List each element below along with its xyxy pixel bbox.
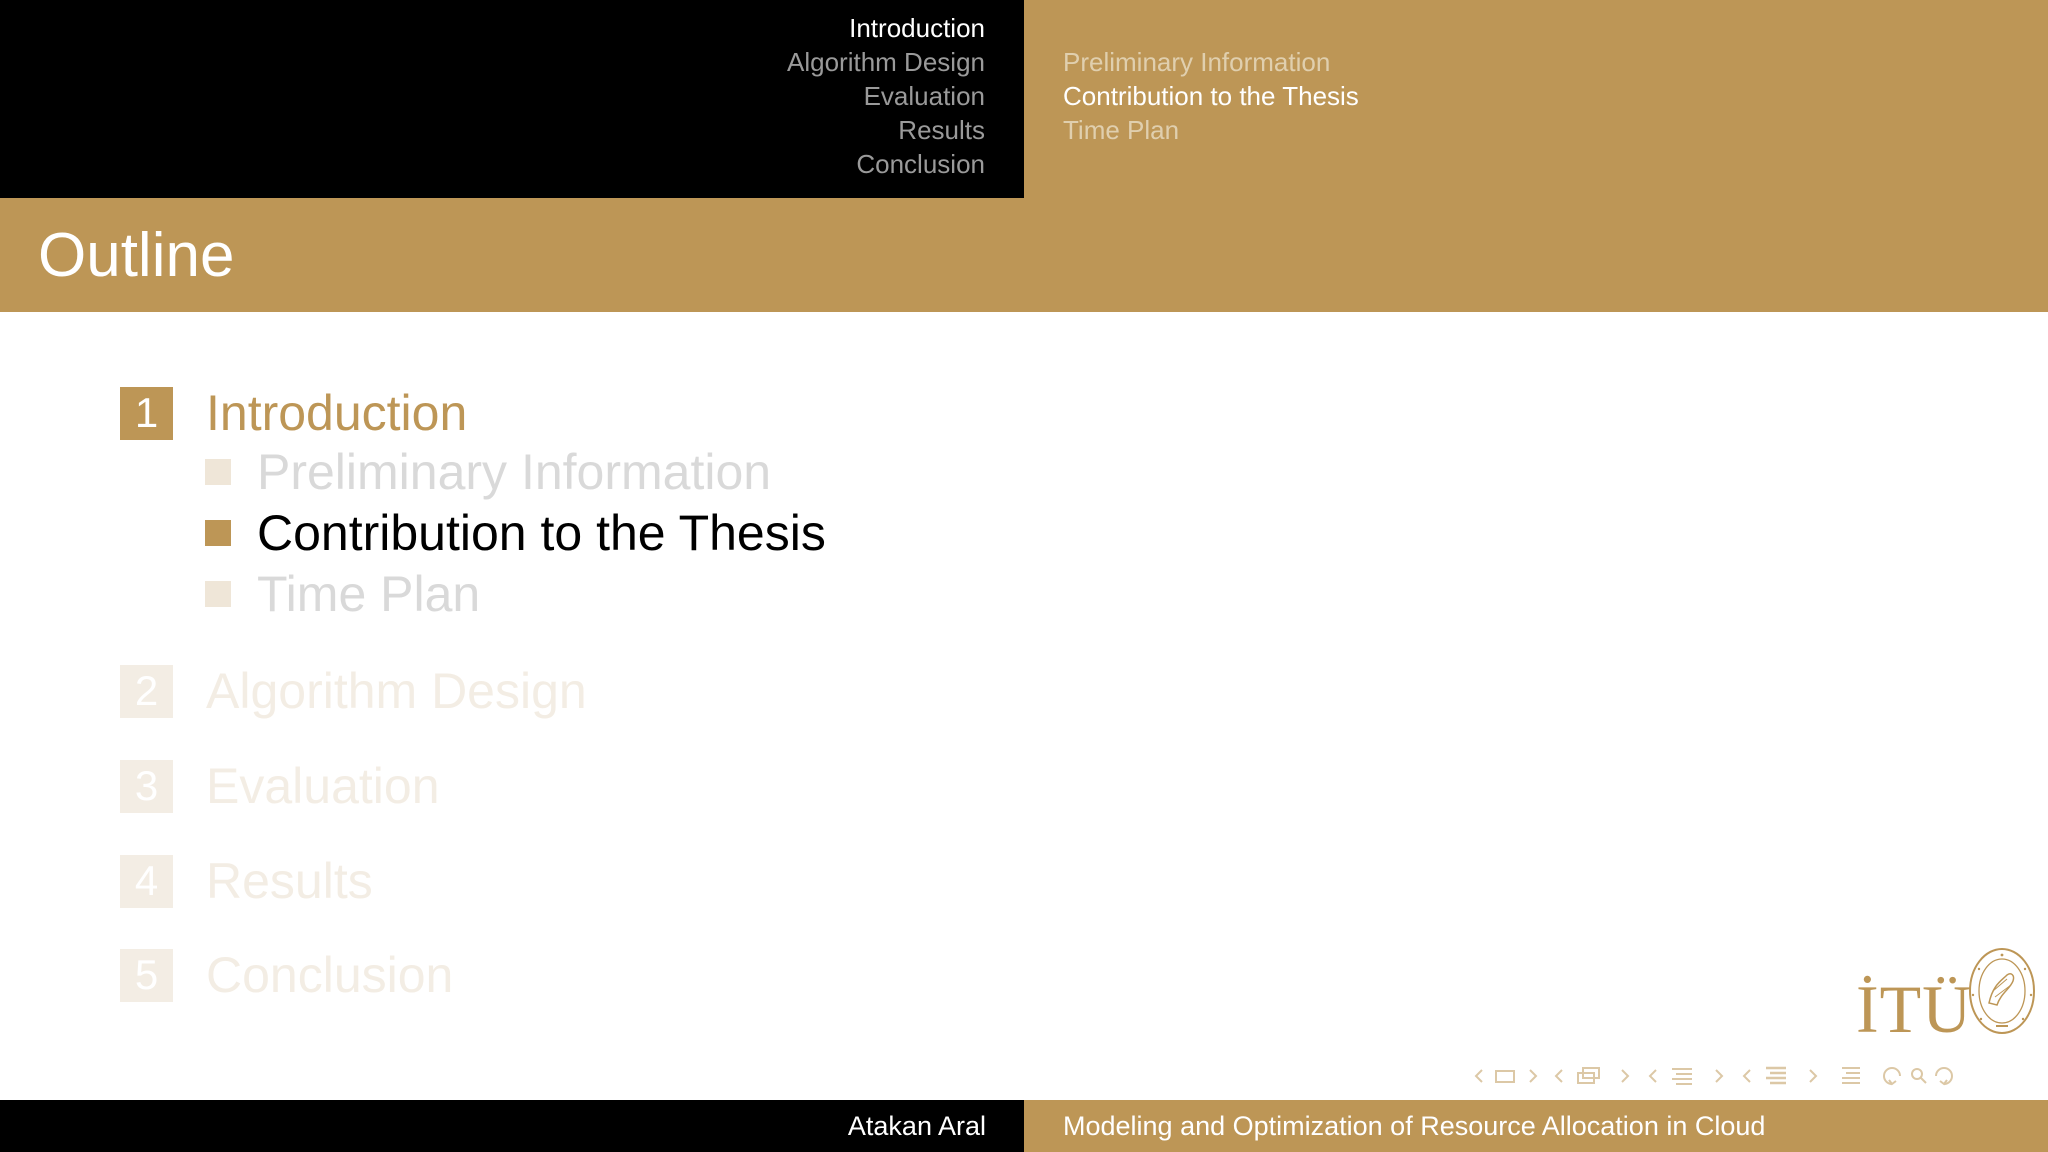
outline-section-evaluation[interactable]: 3 Evaluation [120, 757, 440, 815]
section-nav[interactable] [1742, 1065, 1822, 1087]
section-number-badge: 1 [120, 386, 173, 440]
outline-subsection-contribution[interactable]: Contribution to the Thesis [205, 504, 826, 562]
frame-nav-icon [1554, 1067, 1630, 1084]
document-nav[interactable] [1836, 1065, 1866, 1087]
section-nav-icon [1742, 1066, 1818, 1085]
header-section-list: Introduction Algorithm Design Evaluation… [0, 0, 1024, 198]
section-title: Introduction [206, 385, 468, 441]
document-nav-icon [1842, 1067, 1860, 1084]
footer-author: Atakan Aral [847, 1110, 986, 1141]
section-number-badge: 5 [120, 948, 173, 1002]
header-subsection-list: Preliminary Information Contribution to … [1024, 0, 2048, 198]
header-navigation: Introduction Algorithm Design Evaluation… [0, 0, 2048, 198]
frame-title: Outline [38, 220, 235, 290]
frame-title-bar: Outline [0, 198, 2048, 312]
search-undo-redo-icon [1883, 1067, 1953, 1086]
outline-subsection-time-plan[interactable]: Time Plan [205, 565, 480, 623]
footer: Atakan Aral Modeling and Optimization of… [0, 1100, 2048, 1152]
itu-logo: İTÜ [1852, 945, 2037, 1055]
subsection-title: Time Plan [257, 566, 481, 622]
section-number-badge: 2 [120, 664, 173, 718]
outline-section-conclusion[interactable]: 5 Conclusion [120, 946, 453, 1004]
itu-seal-icon [1969, 948, 2035, 1034]
outline-section-introduction[interactable]: 1 Introduction [120, 384, 467, 442]
square-bullet-icon [205, 459, 231, 485]
outline-section-results[interactable]: 4 Results [120, 852, 373, 910]
section-number-badge: 3 [120, 759, 173, 813]
section-title: Evaluation [206, 758, 440, 814]
outline-section-algorithm-design[interactable]: 2 Algorithm Design [120, 662, 587, 720]
logo-text: İTÜ [1856, 971, 1973, 1047]
outline-subsection-preliminary-information[interactable]: Preliminary Information [205, 443, 771, 501]
header-section-algorithm-design[interactable]: Algorithm Design [787, 45, 985, 79]
subsection-nav[interactable] [1648, 1065, 1728, 1087]
header-subsection-preliminary-information[interactable]: Preliminary Information [1063, 45, 1330, 79]
subsection-title: Contribution to the Thesis [257, 505, 826, 561]
footer-title: Modeling and Optimization of Resource Al… [1063, 1110, 1766, 1141]
slide-nav[interactable] [1474, 1066, 1540, 1086]
frame-nav[interactable] [1554, 1065, 1634, 1087]
subsection-nav-icon [1648, 1068, 1724, 1085]
header-section-results[interactable]: Results [898, 113, 985, 147]
square-bullet-icon [205, 581, 231, 607]
section-title: Results [206, 853, 373, 909]
header-subsection-time-plan[interactable]: Time Plan [1063, 113, 1179, 147]
footer-author-panel: Atakan Aral [0, 1100, 1024, 1152]
slide-nav-icon [1474, 1069, 1538, 1083]
search-undo-redo[interactable] [1880, 1065, 1956, 1087]
header-section-conclusion[interactable]: Conclusion [856, 147, 985, 181]
section-title: Conclusion [206, 947, 454, 1003]
header-subsection-contribution[interactable]: Contribution to the Thesis [1063, 79, 1359, 113]
square-bullet-icon [205, 520, 231, 546]
header-section-introduction[interactable]: Introduction [849, 11, 985, 45]
section-number-badge: 4 [120, 854, 173, 908]
subsection-title: Preliminary Information [257, 444, 772, 500]
beamer-navigation-symbols [1474, 1064, 1956, 1088]
section-title: Algorithm Design [206, 663, 587, 719]
header-section-evaluation[interactable]: Evaluation [864, 79, 985, 113]
footer-title-panel: Modeling and Optimization of Resource Al… [1024, 1100, 2048, 1152]
